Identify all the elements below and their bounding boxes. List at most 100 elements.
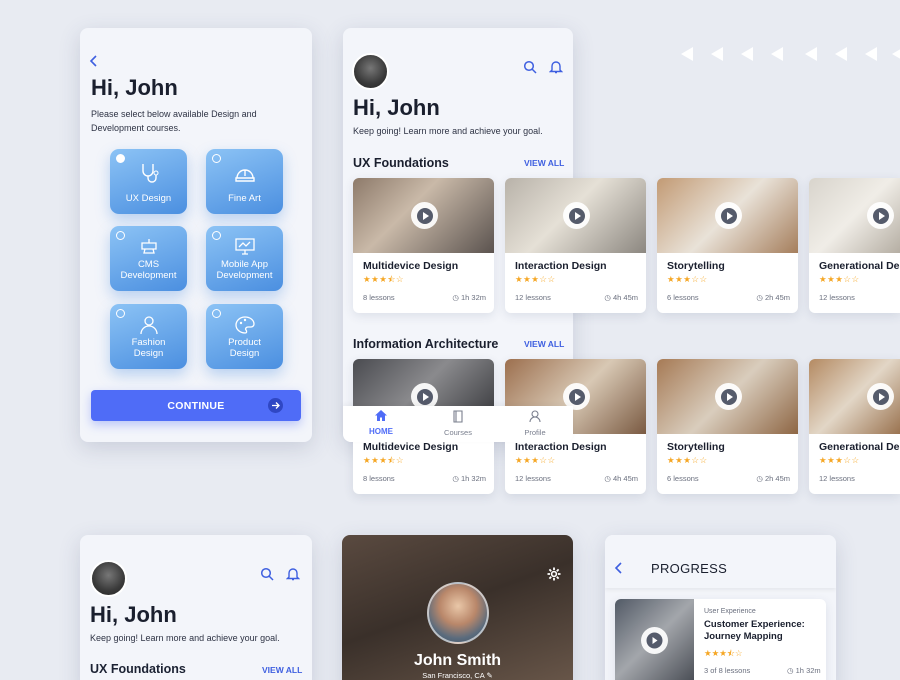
rating-stars: ★★★⯪☆ [704,648,743,658]
home-icon [375,410,387,421]
duration: ◷ 4h 45m [604,474,638,483]
radio-icon [212,231,221,240]
monitor-icon [234,238,255,255]
rating-stars: ★★★☆☆ [819,274,860,284]
avatar[interactable] [90,560,127,597]
course-card[interactable]: Storytelling ★★★☆☆ 6 lessons ◷ 2h 45m [657,359,798,494]
play-icon[interactable] [867,202,894,229]
view-all-link[interactable]: VIEW ALL [524,158,564,168]
back-icon[interactable] [614,562,624,574]
section-title-ux-foundations: UX Foundations [353,156,449,170]
course-title: Interaction Design [515,260,607,272]
section-title-ux-foundations: UX Foundations [90,662,186,676]
play-icon[interactable] [867,383,894,410]
play-icon[interactable] [715,202,742,229]
profile-name: John Smith [413,652,502,669]
course-title: Generational De [819,441,900,453]
duration: ◷ 2h 45m [756,474,790,483]
bottom-nav: HOME Courses Profile [343,406,573,442]
clock-icon: ◷ [452,474,461,483]
back-icon[interactable] [89,55,99,67]
duration: ◷ 2h 45m [756,293,790,302]
clock-icon: ◷ [604,293,613,302]
rating-stars: ★★★⯪☆ [363,274,405,284]
course-title: Multidevice Design [363,260,459,272]
greeting: Hi, John [91,75,178,100]
clock-icon: ◷ [452,293,461,302]
radio-icon [212,309,221,318]
badge-icon [140,239,157,254]
course-card[interactable]: Multidevice Design ★★★⯪☆ 8 lessons ◷ 1h … [353,178,494,313]
course-title: Interaction Design [515,441,607,453]
category-tile-product-design[interactable]: Product Design [206,304,283,369]
book-icon [453,410,463,423]
subtitle: Keep going! Learn more and achieve your … [353,126,543,136]
arrow-left-icon [711,47,723,61]
user-icon [529,410,541,423]
category-tile-fashion-design[interactable]: Fashion Design [110,304,187,369]
edit-icon[interactable]: ✎ [486,671,492,680]
play-icon[interactable] [641,627,668,654]
category-label: UX Design [125,193,172,204]
person-icon [139,316,158,335]
lesson-count: 12 lessons [515,293,551,302]
avatar[interactable] [352,53,389,90]
rating-stars: ★★★☆☆ [819,455,860,465]
nav-courses[interactable]: Courses [439,410,477,437]
rating-stars: ★★★⯪☆ [363,455,405,465]
category-label: Product Design [228,337,261,359]
course-card[interactable]: Storytelling ★★★☆☆ 6 lessons ◷ 2h 45m [657,178,798,313]
continue-button[interactable]: CONTINUE [91,390,301,421]
lesson-count: 6 lessons [667,474,699,483]
search-icon[interactable] [523,60,537,74]
lesson-count: 6 lessons [667,293,699,302]
course-card[interactable]: Generational De ★★★☆☆ 12 lessons [809,359,900,494]
rating-stars: ★★★☆☆ [667,455,708,465]
play-icon[interactable] [715,383,742,410]
duration: ◷ 1h 32m [452,474,486,483]
clock-icon: ◷ [604,474,613,483]
arrow-left-icon [865,47,877,61]
play-icon[interactable] [411,202,438,229]
course-title: Customer Experience: Journey Mapping [704,619,805,642]
arrow-left-icon [741,47,753,61]
section-title-information-architecture: Information Architecture [353,337,499,351]
category-label: Mobile App Development [216,259,273,281]
category-tile-mobile-app-development[interactable]: Mobile App Development [206,226,283,291]
view-all-link[interactable]: VIEW ALL [524,339,564,349]
arrow-left-icon [805,47,817,61]
category-label: CMS Development [120,259,177,281]
radio-icon [116,309,125,318]
course-card[interactable]: Interaction Design ★★★☆☆ 12 lessons ◷ 4h… [505,178,646,313]
course-category: User Experience [704,608,756,615]
category-label: Fashion Design [131,337,166,359]
gear-icon[interactable] [547,567,561,581]
palette-icon [234,316,255,334]
clock-icon: ◷ [787,666,796,675]
lesson-count: 8 lessons [363,293,395,302]
avatar [427,582,489,644]
arrow-left-icon [835,47,847,61]
search-icon[interactable] [260,567,274,581]
play-icon[interactable] [563,202,590,229]
nav-profile[interactable]: Profile [519,410,551,437]
lesson-count: 8 lessons [363,474,395,483]
course-title: Generational De [819,260,900,272]
duration: ◷ 1h 32m [452,293,486,302]
course-card[interactable]: Generational De ★★★☆☆ 12 lessons [809,178,900,313]
view-all-link[interactable]: VIEW ALL [262,665,302,675]
bell-icon[interactable] [286,566,300,581]
course-title: Multidevice Design [363,441,459,453]
category-tile-fine-art[interactable]: Fine Art [206,149,283,214]
clock-icon: ◷ [756,293,765,302]
rating-stars: ★★★☆☆ [515,455,556,465]
rating-stars: ★★★☆☆ [667,274,708,284]
category-tile-ux-design[interactable]: UX Design [110,149,187,214]
category-tile-cms-development[interactable]: CMS Development [110,226,187,291]
bell-icon[interactable] [549,59,563,74]
duration: ◷ 1h 32m [787,666,821,675]
nav-home[interactable]: HOME [365,409,397,436]
instructions: Please select below available Design and… [91,109,257,133]
category-label: Fine Art [228,193,261,204]
progress-course-card[interactable]: User Experience Customer Experience: Jour… [615,599,826,680]
